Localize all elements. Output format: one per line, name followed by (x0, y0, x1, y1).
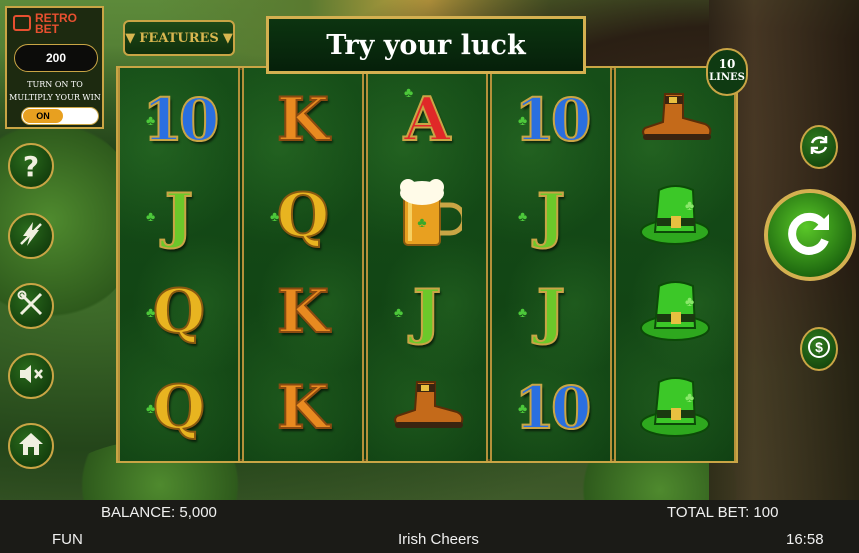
symbol-q: Q (152, 373, 206, 443)
reel-symbol: ♣ (616, 360, 734, 456)
features-label: FEATURES (139, 30, 219, 46)
clover-icon: ♣ (146, 304, 156, 320)
symbol-q: Q (152, 277, 206, 347)
reel-symbol: Q ♣ (120, 360, 238, 456)
reel-symbol: Q ♣ (244, 168, 362, 264)
autoplay-button[interactable] (800, 125, 838, 169)
reel-symbol: ♣ (616, 264, 734, 360)
sound-button[interactable] (8, 353, 54, 399)
symbol-q: Q (276, 181, 330, 251)
turbo-button[interactable] (8, 213, 54, 259)
coin-dollar-icon: $ (807, 335, 831, 364)
reel-3: A ♣ ♣ J ♣ (366, 68, 488, 461)
clover-icon: ♣ (270, 208, 280, 224)
tools-icon (17, 290, 45, 323)
retro-bet-toggle[interactable]: ON (21, 107, 99, 125)
retro-bet-message: TURN ON TO MULTIPLY YOUR WIN (9, 80, 101, 102)
reel-5: ♣ ♣ ♣ (614, 68, 736, 461)
settings-button[interactable] (8, 283, 54, 329)
features-button[interactable]: ▼ FEATURES ▼ (123, 20, 235, 56)
reel-symbol: J ♣ (492, 264, 610, 360)
symbol-k: K (276, 277, 330, 347)
refresh-icon (807, 133, 831, 162)
clover-icon: ♣ (518, 112, 528, 128)
total-bet-display: TOTAL BET: 100 (667, 504, 779, 521)
symbol-j: J (412, 277, 442, 347)
home-button[interactable] (8, 423, 54, 469)
reel-symbol: K (244, 360, 362, 456)
toggle-on-label: ON (23, 109, 63, 123)
retro-bet-panel: RETRO BET 200 TURN ON TO MULTIPLY YOUR W… (5, 6, 104, 129)
reel-2: K Q ♣ K K (242, 68, 364, 461)
spin-arrow-icon (783, 206, 837, 265)
spin-button[interactable] (764, 189, 856, 281)
reel-symbol (368, 360, 486, 456)
reel-symbol: J ♣ (492, 168, 610, 264)
speaker-muted-icon (17, 362, 45, 391)
title-banner: Try your luck (266, 16, 586, 74)
game-name: Irish Cheers (398, 531, 479, 548)
reel-symbol: K (244, 72, 362, 168)
reel-symbol: 10 ♣ (120, 72, 238, 168)
reel-symbol: A ♣ (368, 72, 486, 168)
triangle-down-icon: ▼ (125, 30, 136, 46)
help-button[interactable]: ? (8, 143, 54, 189)
lines-badge: 10 LINES (706, 48, 748, 96)
leprechaun-hat-icon: ♣ (637, 272, 713, 353)
lightning-off-icon (18, 220, 44, 253)
reel-1: 10 ♣ J ♣ Q ♣ Q ♣ (118, 68, 240, 461)
beer-mug-icon: ♣ (392, 175, 467, 258)
game-stage: RETRO BET 200 TURN ON TO MULTIPLY YOUR W… (0, 0, 859, 500)
retro-bet-amount: 200 (14, 44, 98, 72)
clock: 16:58 (786, 531, 824, 548)
reel-symbol: ♣ (368, 168, 486, 264)
clover-icon: ♣ (146, 208, 156, 224)
symbol-k: K (276, 85, 330, 155)
reels-grid: 10 ♣ J ♣ Q ♣ Q ♣ K Q ♣ K K A ♣ ♣ J ♣ 10 ♣ J ♣ J ♣ 10 ♣ ♣ ♣ ♣ (116, 66, 738, 463)
reel-symbol: Q ♣ (120, 264, 238, 360)
clover-icon: ♣ (146, 112, 156, 128)
svg-text:♣: ♣ (685, 389, 694, 405)
symbol-k: K (276, 373, 330, 443)
leprechaun-hat-icon: ♣ (637, 176, 713, 257)
svg-text:$: $ (815, 339, 823, 355)
leprechaun-boot-icon (635, 88, 715, 153)
triangle-down-icon: ▼ (222, 30, 233, 46)
symbol-j: J (536, 181, 566, 251)
clover-icon: ♣ (404, 84, 414, 100)
lines-count: 10 (718, 57, 736, 71)
reel-symbol: 10 ♣ (492, 360, 610, 456)
retro-bet-logo: RETRO BET (13, 12, 77, 35)
symbol-j: J (536, 277, 566, 347)
symbol-j: J (164, 181, 194, 251)
mode-label: FUN (52, 531, 83, 548)
reel-symbol: 10 ♣ (492, 72, 610, 168)
home-icon (17, 431, 45, 462)
status-bar: BALANCE: 5,000 TOTAL BET: 100 FUN Irish … (0, 500, 859, 553)
clover-icon: ♣ (518, 400, 528, 416)
clover-icon: ♣ (518, 208, 528, 224)
reel-symbol: K (244, 264, 362, 360)
reel-symbol: J ♣ (120, 168, 238, 264)
svg-text:♣: ♣ (685, 293, 694, 309)
clover-icon: ♣ (146, 400, 156, 416)
balance-display: BALANCE: 5,000 (101, 504, 217, 521)
reel-symbol: ♣ (616, 168, 734, 264)
bet-button[interactable]: $ (800, 327, 838, 371)
reel-symbol: J ♣ (368, 264, 486, 360)
svg-text:♣: ♣ (685, 197, 694, 213)
clover-icon: ♣ (394, 304, 404, 320)
reel-4: 10 ♣ J ♣ J ♣ 10 ♣ (490, 68, 612, 461)
clover-icon: ♣ (518, 304, 528, 320)
question-icon: ? (22, 149, 40, 183)
leprechaun-boot-icon (387, 376, 467, 441)
leprechaun-hat-icon: ♣ (637, 368, 713, 449)
lines-label: LINES (709, 72, 745, 83)
banner-text: Try your luck (326, 29, 526, 61)
svg-text:♣: ♣ (417, 214, 426, 230)
